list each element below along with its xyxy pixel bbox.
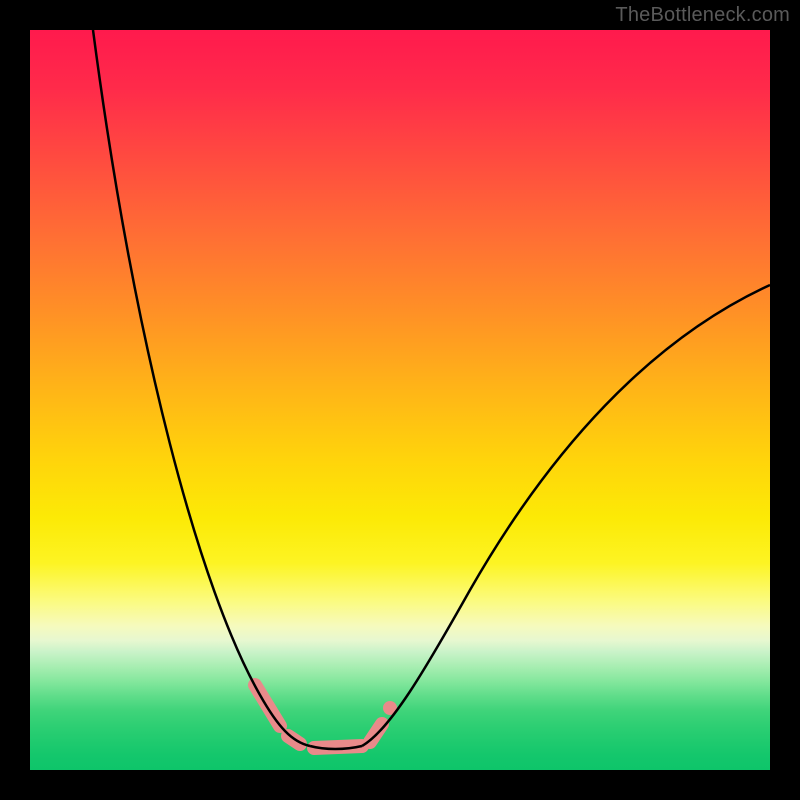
right-curve (362, 285, 770, 746)
left-curve (93, 30, 310, 746)
plot-area (30, 30, 770, 770)
pink-marker-group (255, 685, 390, 748)
watermark-text: TheBottleneck.com (615, 4, 790, 27)
curves-svg (30, 30, 770, 770)
chart-frame: TheBottleneck.com (0, 0, 800, 800)
